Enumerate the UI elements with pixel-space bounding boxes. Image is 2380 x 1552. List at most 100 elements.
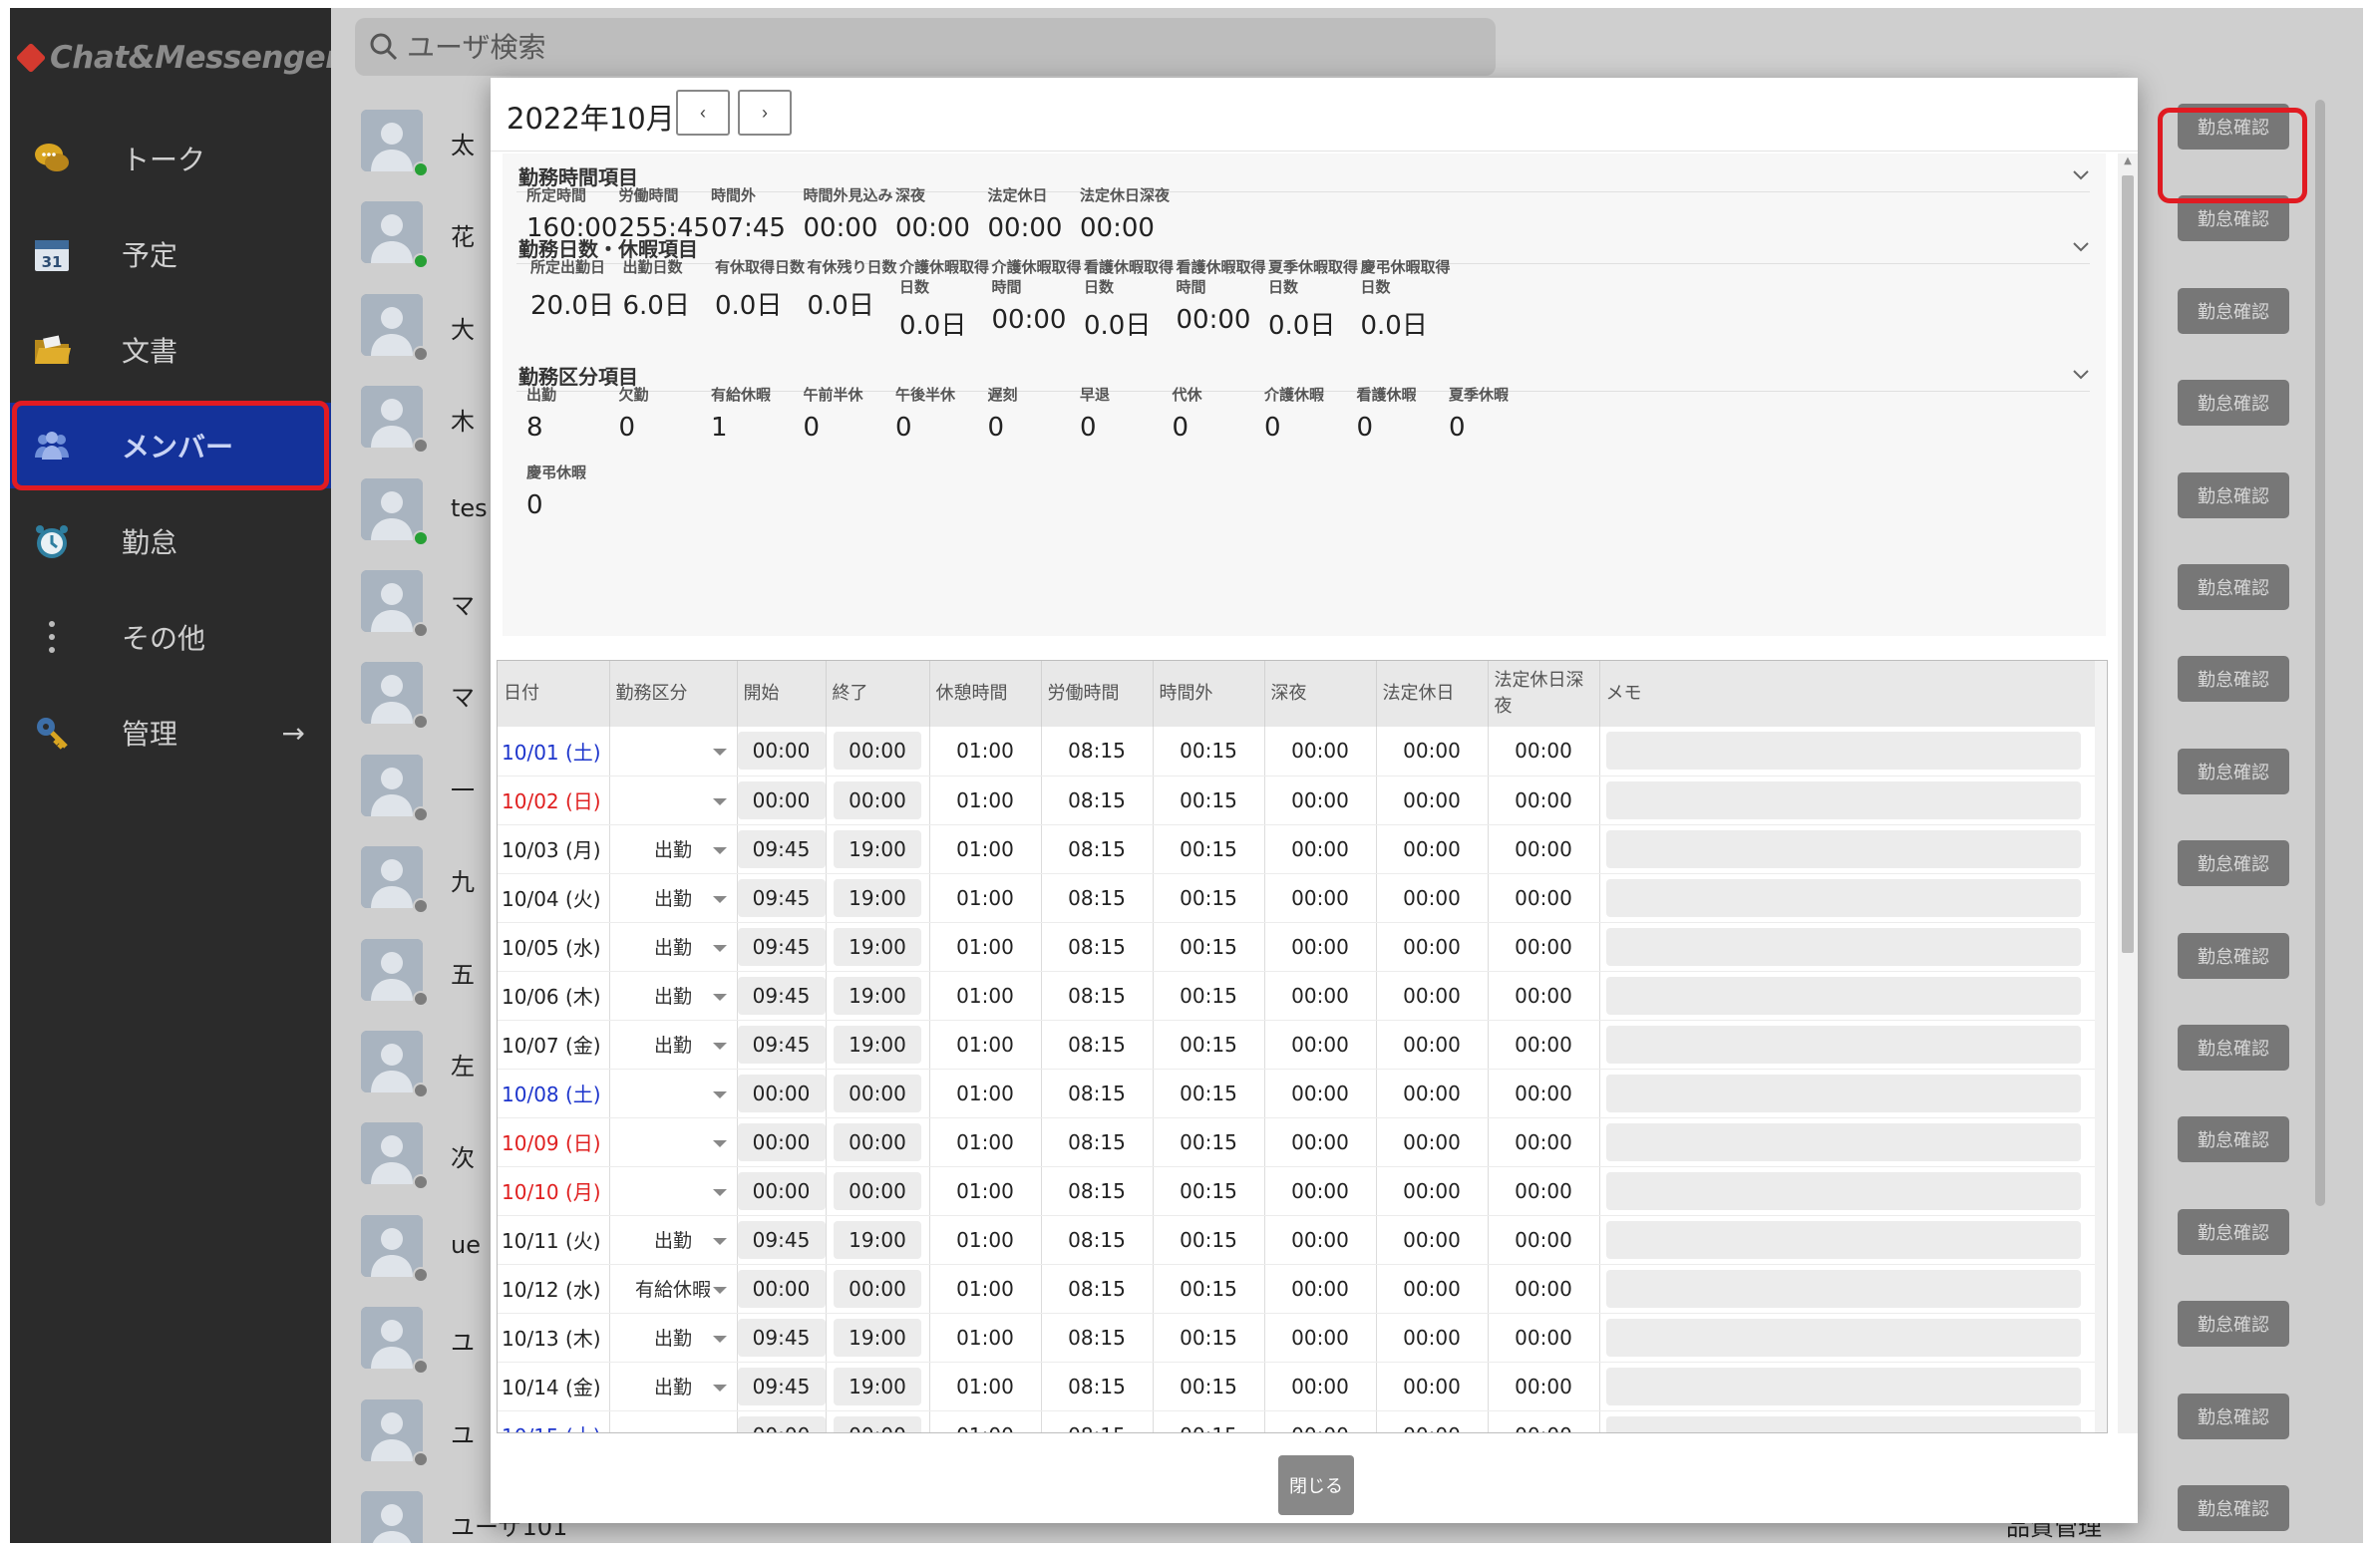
end-time-input[interactable]: 00:00 (834, 732, 921, 771)
kubun-select[interactable]: 出勤 (610, 929, 737, 965)
start-time-input[interactable]: 09:45 (737, 878, 826, 917)
kubun-select[interactable]: 出勤 (610, 831, 737, 867)
kintai-check-button[interactable]: 勤怠確認 (2178, 840, 2289, 887)
start-time-input[interactable]: 00:00 (737, 1171, 826, 1210)
end-time-input[interactable]: 19:00 (834, 1220, 921, 1259)
kintai-check-button[interactable]: 勤怠確認 (2178, 287, 2289, 334)
prev-month-button[interactable]: ‹ (676, 90, 730, 136)
kubun-select[interactable] (610, 1417, 737, 1433)
memo-input[interactable] (1605, 1269, 2081, 1308)
chevron-down-icon[interactable] (2070, 163, 2092, 185)
kubun-select[interactable] (610, 1173, 737, 1209)
kintai-check-button[interactable]: 勤怠確認 (2178, 564, 2289, 610)
list-scrollbar[interactable] (2315, 100, 2325, 1206)
start-time-input[interactable]: 09:45 (737, 927, 826, 966)
kubun-select[interactable]: 出勤 (610, 978, 737, 1014)
start-time-input[interactable]: 00:00 (737, 780, 826, 819)
end-time-input[interactable]: 19:00 (834, 927, 921, 966)
start-time-input[interactable]: 09:45 (737, 829, 826, 868)
kintai-check-button[interactable]: 勤怠確認 (2178, 471, 2289, 518)
kubun-select[interactable] (610, 1076, 737, 1111)
kubun-select[interactable] (610, 782, 737, 818)
table-scrollbar[interactable] (2095, 661, 2107, 1432)
memo-input[interactable] (1605, 1220, 2081, 1259)
chevron-down-icon[interactable] (2070, 363, 2092, 385)
kubun-select[interactable]: 出勤 (610, 1222, 737, 1258)
close-button[interactable]: 閉じる (1278, 1455, 1354, 1515)
kintai-check-button[interactable]: 勤怠確認 (2178, 1393, 2289, 1439)
kubun-select[interactable]: 出勤 (610, 1369, 737, 1404)
start-time-input[interactable]: 00:00 (737, 1269, 826, 1308)
start-time-input[interactable]: 09:45 (737, 1025, 826, 1064)
memo-input[interactable] (1605, 878, 2081, 917)
end-time-input[interactable]: 19:00 (834, 878, 921, 917)
sidebar-item-others[interactable]: その他 (10, 594, 331, 680)
memo-input[interactable] (1605, 1074, 2081, 1112)
holiday-night-cell: 00:00 (1488, 1313, 1600, 1363)
kintai-check-button[interactable]: 勤怠確認 (2178, 932, 2289, 979)
dialog-scrollbar-thumb[interactable] (2122, 175, 2134, 953)
end-time-input[interactable]: 00:00 (834, 1171, 921, 1210)
sidebar-item-documents[interactable]: 文書 (10, 307, 331, 393)
search-input[interactable] (407, 26, 1304, 68)
chevron-down-icon[interactable] (2070, 235, 2092, 257)
memo-input[interactable] (1605, 1367, 2081, 1405)
end-time-input[interactable]: 19:00 (834, 1025, 921, 1064)
start-time-input[interactable]: 09:45 (737, 1318, 826, 1357)
holiday-cell: 00:00 (1376, 1215, 1489, 1265)
kubun-select[interactable] (610, 1124, 737, 1160)
kintai-check-button[interactable]: 勤怠確認 (2178, 1301, 2289, 1348)
memo-input[interactable] (1605, 829, 2081, 868)
sidebar-item-talk[interactable]: トーク (10, 116, 331, 201)
start-time-input[interactable]: 09:45 (737, 1367, 826, 1405)
end-time-input[interactable]: 19:00 (834, 1318, 921, 1357)
kubun-select[interactable]: 有給休暇 (610, 1271, 737, 1307)
start-time-input[interactable]: 00:00 (737, 1074, 826, 1112)
kintai-check-button[interactable]: 勤怠確認 (2178, 656, 2289, 703)
sidebar-item-admin[interactable]: 管理 → (10, 690, 331, 776)
kintai-check-button[interactable]: 勤怠確認 (2178, 1208, 2289, 1255)
start-time-input[interactable]: 00:00 (737, 1122, 826, 1161)
user-name: 九 (451, 868, 475, 897)
memo-input[interactable] (1605, 1415, 2081, 1432)
end-time-input[interactable]: 19:00 (834, 976, 921, 1015)
end-cell: 19:00 (826, 1313, 930, 1363)
end-time-input[interactable]: 00:00 (834, 1269, 921, 1308)
end-time-input[interactable]: 00:00 (834, 1074, 921, 1112)
end-time-input[interactable]: 19:00 (834, 829, 921, 868)
stat-value: 0.0日 (1268, 311, 1336, 341)
kubun-select[interactable]: 出勤 (610, 880, 737, 916)
scroll-up-arrow-icon[interactable]: ▲ (2120, 155, 2136, 169)
end-cell: 19:00 (826, 971, 930, 1021)
memo-input[interactable] (1605, 780, 2081, 819)
kubun-select[interactable] (610, 733, 737, 769)
kintai-check-button[interactable]: 勤怠確認 (2178, 1116, 2289, 1163)
stat-label: 慶弔休暇取得 日数 (1360, 258, 1451, 296)
start-time-input[interactable]: 09:45 (737, 976, 826, 1015)
sidebar-item-schedule[interactable]: 31 予定 (10, 211, 331, 297)
end-time-input[interactable]: 00:00 (834, 780, 921, 819)
memo-input[interactable] (1605, 1025, 2081, 1064)
table-row: 10/06 (木) 出勤 09:45 19:00 01:00 08:15 00:15 00:0… (498, 971, 2099, 1021)
kubun-select[interactable]: 出勤 (610, 1027, 737, 1063)
kintai-check-button[interactable]: 勤怠確認 (2178, 1485, 2289, 1531)
next-month-button[interactable]: › (738, 90, 792, 136)
start-time-input[interactable]: 00:00 (737, 1415, 826, 1432)
memo-input[interactable] (1605, 976, 2081, 1015)
start-time-input[interactable]: 00:00 (737, 732, 826, 771)
start-time-input[interactable]: 09:45 (737, 1220, 826, 1259)
end-time-input[interactable]: 19:00 (834, 1367, 921, 1405)
end-time-input[interactable]: 00:00 (834, 1415, 921, 1432)
memo-input[interactable] (1605, 1318, 2081, 1357)
memo-input[interactable] (1605, 927, 2081, 966)
sidebar-item-attendance[interactable]: 勤怠 (10, 498, 331, 584)
end-time-input[interactable]: 00:00 (834, 1122, 921, 1161)
memo-input[interactable] (1605, 1122, 2081, 1161)
avatar (361, 110, 423, 171)
kintai-check-button[interactable]: 勤怠確認 (2178, 1025, 2289, 1071)
memo-input[interactable] (1605, 732, 2081, 771)
kintai-check-button[interactable]: 勤怠確認 (2178, 748, 2289, 794)
kintai-check-button[interactable]: 勤怠確認 (2178, 380, 2289, 427)
kubun-select[interactable]: 出勤 (610, 1320, 737, 1356)
memo-input[interactable] (1605, 1171, 2081, 1210)
